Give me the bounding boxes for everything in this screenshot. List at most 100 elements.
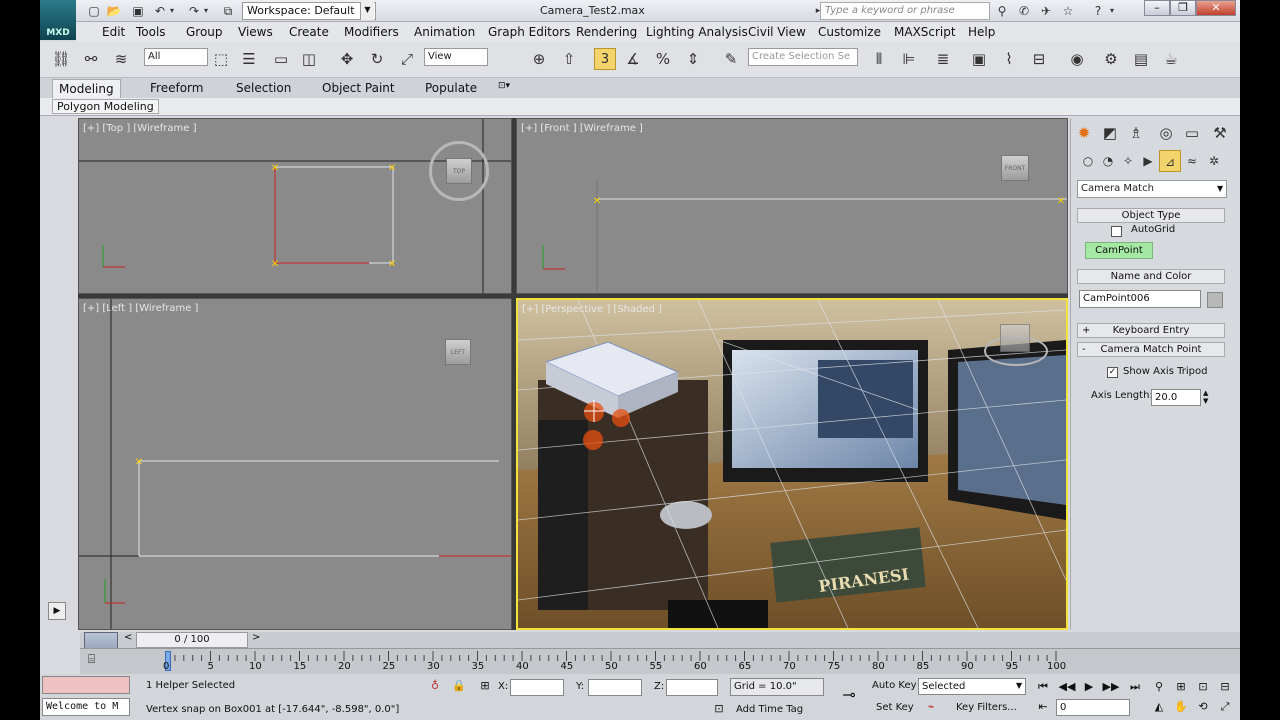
- axis-length-spinner-icon[interactable]: ▲ ▼: [1203, 389, 1208, 405]
- key-mode-toggle-icon[interactable]: ⇤: [1034, 698, 1052, 716]
- window-crossing-icon[interactable]: ◫: [298, 48, 320, 70]
- zoom-extents-icon[interactable]: ⊡: [1194, 678, 1212, 696]
- viewport-perspective[interactable]: PIRANESI [+] [Perspective] [Shaded]: [516, 298, 1068, 630]
- favorites-star-icon[interactable]: ☆: [1060, 3, 1076, 19]
- motion-tab-icon[interactable]: ◎: [1155, 122, 1177, 144]
- undo-dropdown-icon[interactable]: ▾: [164, 3, 180, 19]
- search-input[interactable]: Type a keyword or phrase: [820, 2, 990, 20]
- help-dropdown-icon[interactable]: ▾: [1104, 3, 1120, 19]
- snaps-toggle-icon[interactable]: 3: [594, 48, 616, 70]
- x-coordinate-input[interactable]: [510, 679, 564, 696]
- rectangular-selection-icon[interactable]: ▭: [270, 48, 292, 70]
- shapes-icon[interactable]: ◔: [1097, 150, 1119, 172]
- menu-modifiers[interactable]: Modifiers: [344, 25, 399, 39]
- viewport-top[interactable]: [+] [Top ] [Wireframe ] ✕ ✕ ✕ ✕ TOP: [78, 118, 512, 294]
- slider-next-icon[interactable]: >: [252, 632, 260, 643]
- viewcube[interactable]: LEFT: [445, 339, 471, 365]
- go-to-start-icon[interactable]: ⏮: [1034, 678, 1052, 696]
- graphite-toggle-icon[interactable]: ▣: [968, 48, 990, 70]
- zoom-all-icon[interactable]: ⊞: [1172, 678, 1190, 696]
- orbit-icon[interactable]: ⟲: [1194, 698, 1212, 716]
- menu-create[interactable]: Create: [289, 25, 329, 39]
- close-button[interactable]: ✕: [1196, 0, 1236, 16]
- auto-key-button[interactable]: Auto Key: [872, 680, 917, 691]
- layer-manager-icon[interactable]: ≣: [932, 48, 954, 70]
- go-to-end-icon[interactable]: ⏭: [1126, 678, 1144, 696]
- edit-named-selection-icon[interactable]: ✎: [720, 48, 742, 70]
- current-frame-input[interactable]: 0: [1056, 699, 1130, 716]
- rollout-name-color[interactable]: Name and Color: [1077, 269, 1225, 284]
- systems-icon[interactable]: ✲: [1203, 150, 1225, 172]
- align-icon[interactable]: ⊫: [898, 48, 920, 70]
- menu-tools[interactable]: Tools: [136, 25, 166, 39]
- app-logo[interactable]: MXD: [40, 0, 76, 40]
- time-slider-thumb[interactable]: 0 / 100: [136, 632, 248, 648]
- add-time-tag-button[interactable]: Add Time Tag: [736, 704, 803, 715]
- communication-center-icon[interactable]: ✆: [1016, 3, 1032, 19]
- rollout-keyboard-entry[interactable]: + Keyboard Entry: [1077, 323, 1225, 338]
- material-editor-icon[interactable]: ◉: [1066, 48, 1088, 70]
- object-color-swatch[interactable]: [1207, 292, 1223, 308]
- named-selection-input[interactable]: Create Selection Se: [748, 48, 858, 66]
- menu-graph-editors[interactable]: Graph Editors: [488, 25, 570, 39]
- helpers-icon[interactable]: ⊿: [1159, 150, 1181, 172]
- reference-coordinate-select[interactable]: View: [424, 48, 488, 66]
- viewcube[interactable]: TOP: [446, 158, 472, 184]
- filters-icon[interactable]: ⌸: [88, 652, 106, 670]
- open-file-icon[interactable]: 📂: [106, 3, 122, 19]
- select-by-name-icon[interactable]: ☰: [238, 48, 260, 70]
- default-in-out-tangent-icon[interactable]: ⌁: [922, 698, 940, 716]
- rendered-frame-window-icon[interactable]: ▤: [1130, 48, 1152, 70]
- menu-group[interactable]: Group: [186, 25, 223, 39]
- campoint-button[interactable]: CamPoint: [1085, 242, 1153, 259]
- select-rotate-icon[interactable]: ↻: [366, 48, 388, 70]
- render-setup-icon[interactable]: ⚙: [1100, 48, 1122, 70]
- menu-rendering[interactable]: Rendering: [576, 25, 637, 39]
- rollout-object-type[interactable]: Object Type: [1077, 208, 1225, 223]
- set-keys-key-icon[interactable]: ⊸: [836, 686, 862, 704]
- viewcube[interactable]: FRONT: [1001, 155, 1029, 181]
- create-tab-icon[interactable]: ✹: [1073, 122, 1095, 144]
- minimize-button[interactable]: –: [1144, 0, 1170, 16]
- spinner-snap-icon[interactable]: ⇕: [682, 48, 704, 70]
- maximize-button[interactable]: ❐: [1170, 0, 1196, 16]
- redo-dropdown-icon[interactable]: ▾: [198, 3, 214, 19]
- viewport-label[interactable]: [+] [Perspective ] [Shaded ]: [522, 304, 662, 315]
- select-object-icon[interactable]: ⬚: [210, 48, 232, 70]
- project-folder-icon[interactable]: ⧉: [220, 3, 236, 19]
- field-of-view-icon[interactable]: ◭: [1150, 698, 1168, 716]
- time-tag-icon[interactable]: ⊡: [710, 700, 728, 718]
- viewport-layout-play-icon[interactable]: ▶: [48, 602, 66, 620]
- link-icon[interactable]: ⛓: [50, 48, 72, 70]
- z-coordinate-input[interactable]: [666, 679, 718, 696]
- chevron-down-icon[interactable]: ▼: [1217, 184, 1223, 193]
- isolate-selection-icon[interactable]: ♁: [426, 677, 444, 695]
- select-manipulate-icon[interactable]: ⇧: [558, 48, 580, 70]
- curve-editor-icon[interactable]: ⌇: [998, 48, 1020, 70]
- use-pivot-center-icon[interactable]: ⊕: [528, 48, 550, 70]
- object-name-input[interactable]: CamPoint006: [1079, 290, 1201, 308]
- menu-views[interactable]: Views: [238, 25, 273, 39]
- pan-view-icon[interactable]: ✋: [1172, 698, 1190, 716]
- selection-lock-icon[interactable]: 🔒: [450, 677, 468, 695]
- geometry-icon[interactable]: ○: [1077, 150, 1099, 172]
- menu-maxscript[interactable]: MAXScript: [894, 25, 956, 39]
- schematic-view-icon[interactable]: ⊟: [1028, 48, 1050, 70]
- lights-icon[interactable]: ✧: [1117, 150, 1139, 172]
- helper-category-select[interactable]: Camera Match: [1077, 180, 1227, 198]
- autogrid-checkbox[interactable]: [1111, 226, 1122, 237]
- percent-snap-icon[interactable]: %: [652, 48, 674, 70]
- angle-snap-icon[interactable]: ∡: [622, 48, 644, 70]
- viewcube[interactable]: [1000, 324, 1030, 352]
- tab-selection[interactable]: Selection: [236, 81, 291, 95]
- utilities-tab-icon[interactable]: ⚒: [1209, 122, 1231, 144]
- play-icon[interactable]: ▶: [1080, 678, 1098, 696]
- show-axis-tripod-checkbox[interactable]: ✓: [1107, 367, 1118, 378]
- unlink-icon[interactable]: ⚯: [80, 48, 102, 70]
- next-frame-icon[interactable]: ▶▶: [1102, 678, 1120, 696]
- rollout-camera-match-point[interactable]: - Camera Match Point: [1077, 342, 1225, 357]
- slider-prev-icon[interactable]: <: [124, 632, 132, 643]
- menu-customize[interactable]: Customize: [818, 25, 881, 39]
- mirror-icon[interactable]: ⫴: [868, 48, 890, 70]
- render-production-icon[interactable]: ☕: [1160, 48, 1182, 70]
